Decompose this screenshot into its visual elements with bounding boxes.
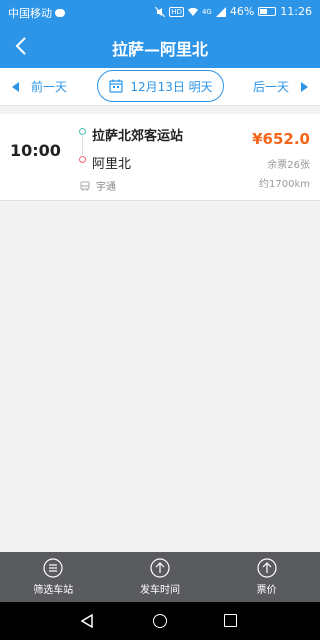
back-triangle-icon[interactable] bbox=[80, 614, 94, 628]
triangle-left-icon bbox=[12, 81, 19, 92]
arrow-up-circle-icon bbox=[150, 558, 170, 578]
clock: 11:26 bbox=[280, 5, 312, 18]
prev-day-label: 前一天 bbox=[31, 80, 68, 94]
arrow-up-circle-icon bbox=[256, 558, 277, 578]
destination-dot bbox=[79, 156, 86, 163]
calendar-icon bbox=[109, 79, 123, 93]
battery-percent: 46% bbox=[229, 5, 255, 18]
mute-icon bbox=[155, 6, 166, 17]
route-line bbox=[82, 136, 83, 155]
origin-station: 拉萨北郊客运站 bbox=[92, 129, 184, 144]
trip-card[interactable]: 10:00 拉萨北郊客运站 阿里北 宇通 ¥652.0 余票26张 约1700k… bbox=[0, 114, 320, 201]
filter-list-icon bbox=[43, 558, 63, 578]
nav-bar: 拉萨—阿里北 bbox=[0, 24, 320, 68]
seats-left: 余票26张 bbox=[267, 160, 310, 171]
sort-departure-button[interactable]: 发车时间 bbox=[107, 552, 214, 602]
next-day-label: 后一天 bbox=[252, 80, 289, 94]
prev-day-button[interactable]: 前一天 bbox=[12, 78, 67, 95]
carrier: 中国移动 bbox=[8, 5, 65, 21]
recents-square-icon[interactable] bbox=[224, 614, 237, 627]
date-picker[interactable]: 12月13日 明天 bbox=[97, 70, 224, 102]
sort-price-label: 票价 bbox=[256, 585, 277, 596]
status-bar: 中国移动 HD 4G 46% 11:26 bbox=[0, 0, 320, 24]
origin-dot bbox=[79, 128, 86, 135]
triangle-right-icon bbox=[301, 81, 308, 92]
date-bar: 前一天 12月13日 明天 后一天 bbox=[0, 68, 320, 106]
wifi-icon bbox=[187, 7, 198, 16]
hd-badge: HD bbox=[169, 6, 184, 17]
signal-icon bbox=[215, 6, 226, 17]
trip-distance: 约1700km bbox=[259, 179, 310, 190]
filter-station-label: 筛选车站 bbox=[33, 585, 74, 596]
ticket-price: ¥652.0 bbox=[252, 130, 310, 148]
bottom-bar: 筛选车站 发车时间 票价 bbox=[0, 552, 320, 602]
filter-station-button[interactable]: 筛选车站 bbox=[0, 552, 107, 602]
bus-icon bbox=[80, 181, 90, 191]
battery-icon bbox=[258, 7, 277, 16]
home-circle-icon[interactable] bbox=[153, 614, 167, 628]
departure-time: 10:00 bbox=[10, 141, 61, 160]
next-day-button[interactable]: 后一天 bbox=[253, 78, 308, 95]
carrier-name: 中国移动 bbox=[8, 7, 52, 20]
destination-station: 阿里北 bbox=[92, 157, 132, 172]
bus-company: 宇通 bbox=[80, 178, 116, 193]
sort-price-button[interactable]: 票价 bbox=[213, 552, 320, 602]
message-icon bbox=[55, 9, 65, 17]
sort-departure-label: 发车时间 bbox=[139, 585, 180, 596]
page-title: 拉萨—阿里北 bbox=[111, 40, 208, 59]
date-label: 12月13日 明天 bbox=[130, 79, 213, 94]
system-nav-bar bbox=[0, 602, 320, 640]
network-type: 4G bbox=[201, 7, 212, 16]
company-name: 宇通 bbox=[96, 182, 116, 193]
status-right: HD 4G 46% 11:26 bbox=[155, 5, 312, 18]
